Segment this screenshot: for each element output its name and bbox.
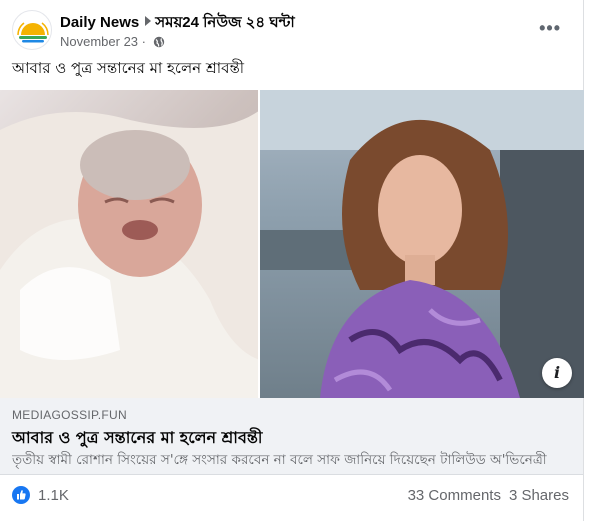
reaction-count[interactable]: 1.1K [38,487,69,504]
shared-to-arrow-icon [145,16,152,26]
post-footer: 1.1K 33 Comments 3 Shares [12,484,569,508]
post-meta: November 23 · [60,34,165,51]
link-preview[interactable]: MEDIAGOSSIP.FUN আবার ও পুত্র সন্তানের মা… [0,398,583,475]
post-header: Daily News সময়24 নিউজ ২৪ ঘন্টা November … [12,10,571,52]
post-text: আবার ও পুত্র সন্তানের মা হলেন শ্রাবন্তী [12,59,245,77]
group-name-link[interactable]: সময়24 নিউজ ২৪ ঘন্টা [155,14,295,31]
page-avatar[interactable] [12,10,52,50]
actress-photo [260,90,584,398]
post-date[interactable]: November 23 [60,34,138,49]
page-name-link[interactable]: Daily News [60,14,139,31]
newborn-photo [0,90,260,398]
more-options-icon[interactable]: ••• [539,18,561,39]
info-icon[interactable]: i [542,358,572,388]
post-card: Daily News সময়24 নিউজ ২৪ ঘন্টা November … [0,0,584,521]
daily-news-logo-icon [17,22,49,43]
shares-count[interactable]: 3 Shares [509,487,569,504]
comments-count[interactable]: 33 Comments [408,487,501,504]
link-title[interactable]: আবার ও পুত্র সন্তানের মা হলেন শ্রাবন্তী [12,425,262,452]
like-reaction-icon[interactable] [12,486,30,504]
post-image[interactable]: i [0,90,584,398]
post-author-line: Daily News সময়24 নিউজ ২৪ ঘন্টা [60,11,295,36]
link-domain: MEDIAGOSSIP.FUN [12,408,127,422]
globe-icon[interactable] [153,36,165,51]
meta-separator: · [138,34,150,49]
engagement-counts: 33 Comments 3 Shares [408,487,569,504]
link-description: তৃতীয় স্বামী রোশান সিংয়ের স'ঙ্গে সংসার… [12,452,547,468]
